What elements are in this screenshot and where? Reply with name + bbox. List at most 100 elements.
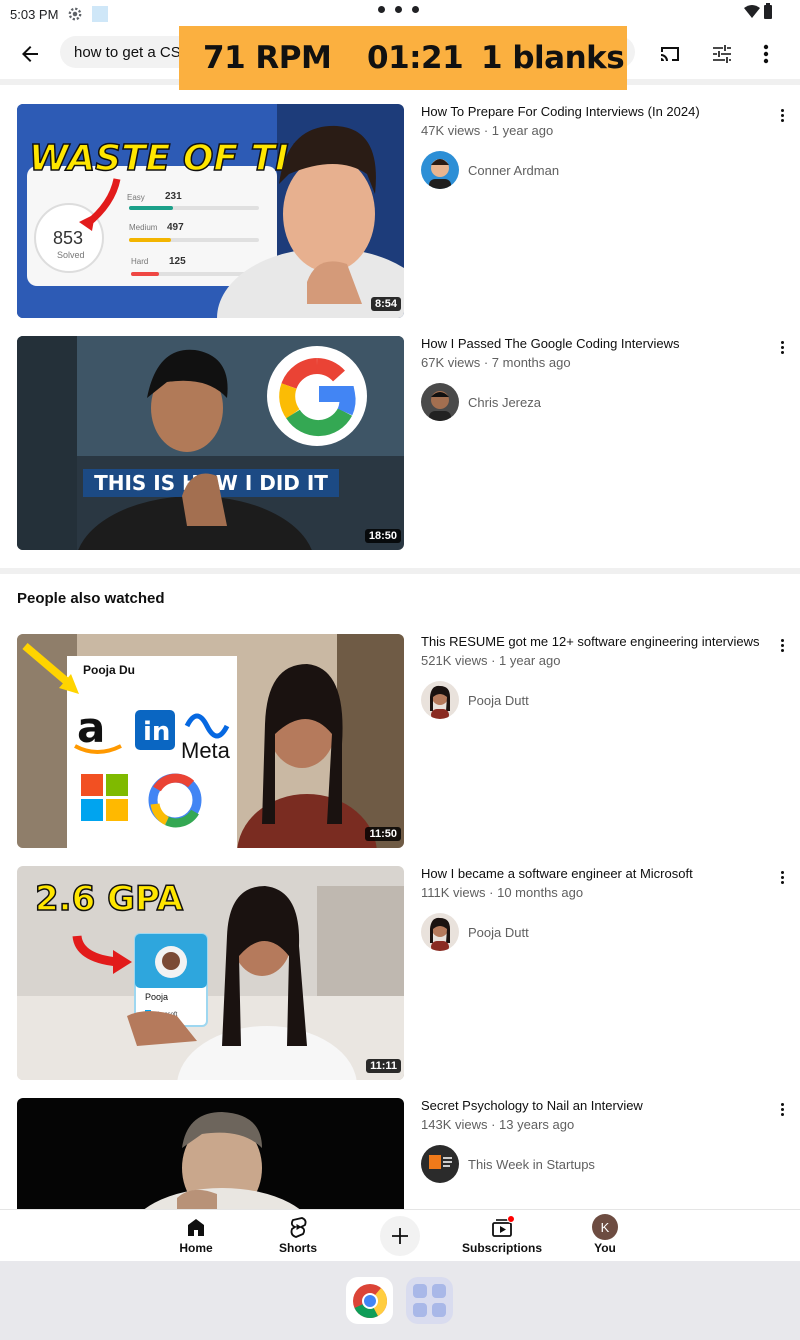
arrow-back-icon <box>22 46 38 62</box>
video-meta: 67K views · 7 months ago <box>421 355 571 370</box>
channel-link[interactable]: Pooja Dutt <box>421 681 529 719</box>
video-duration: 18:50 <box>364 529 401 543</box>
hard-count: 125 <box>169 256 186 267</box>
video-title[interactable]: How To Prepare For Coding Interviews (In… <box>421 104 761 120</box>
hard-label: Hard <box>131 257 148 266</box>
cast-button[interactable] <box>654 38 686 70</box>
video-thumbnail[interactable]: THIS IS HOW I DID IT 18:50 <box>17 336 404 550</box>
battery-icon <box>764 3 772 19</box>
solved-label-text: Solved <box>57 250 85 260</box>
solved-count-text: 853 <box>53 228 83 248</box>
home-icon <box>183 1214 209 1240</box>
notification-dot <box>507 1215 515 1223</box>
channel-name[interactable]: This Week in Startups <box>468 1157 595 1172</box>
bottom-navigation: Home Shorts Subscriptions K You <box>0 1209 800 1260</box>
plus-icon <box>392 1228 408 1244</box>
gpa-text: 2.6 GPA <box>35 879 184 919</box>
section-title: People also watched <box>17 590 165 607</box>
more-options-button[interactable] <box>752 38 780 70</box>
video-thumbnail[interactable] <box>17 1098 404 1209</box>
channel-name[interactable]: Pooja Dutt <box>468 925 529 940</box>
medium-count: 497 <box>167 222 184 233</box>
channel-avatar[interactable] <box>421 681 459 719</box>
svg-text:in: in <box>143 717 170 747</box>
video-title[interactable]: This RESUME got me 12+ software engineer… <box>421 634 761 650</box>
channel-link[interactable]: Conner Ardman <box>421 151 559 189</box>
video-result[interactable]: Secret Psychology to Nail an Interview 1… <box>0 1098 800 1209</box>
video-result[interactable]: Pooja Du a in Meta 11:50 This RESUME got… <box>0 634 800 848</box>
nav-shorts[interactable]: Shorts <box>274 1214 322 1255</box>
account-avatar: K <box>592 1214 618 1240</box>
system-dock <box>0 1261 800 1340</box>
typing-stats-overlay: 71 RPM 01:21 1 blanks <box>179 26 627 90</box>
video-meta: 143K views · 13 years ago <box>421 1117 575 1132</box>
channel-avatar[interactable] <box>421 151 459 189</box>
nav-subscriptions[interactable]: Subscriptions <box>462 1214 542 1255</box>
blanks-counter: 1 blanks <box>481 40 625 76</box>
elapsed-timer: 01:21 <box>367 40 464 76</box>
tune-icon <box>713 45 731 63</box>
wifi-icon <box>744 5 760 19</box>
nav-home-label: Home <box>179 1241 213 1255</box>
video-title[interactable]: Secret Psychology to Nail an Interview <box>421 1098 761 1114</box>
badge-name: Pooja <box>145 992 168 1002</box>
shorts-icon <box>285 1214 311 1240</box>
section-divider <box>0 568 800 574</box>
video-title[interactable]: How I became a software engineer at Micr… <box>421 866 761 882</box>
video-menu-button[interactable] <box>774 1100 790 1118</box>
video-duration: 8:54 <box>370 297 401 311</box>
video-duration: 11:11 <box>366 1059 401 1073</box>
status-time: 5:03 PM <box>10 6 59 22</box>
rpm-counter: 71 RPM <box>203 40 332 76</box>
svg-text:a: a <box>77 703 105 752</box>
account-initial: K <box>592 1214 618 1240</box>
video-thumbnail[interactable]: 853 Solved Easy 231 Medium 497 Hard 125 … <box>17 104 404 318</box>
video-thumbnail[interactable]: 2.6 GPA Pooja Microsoft 11:11 <box>17 866 404 1080</box>
cast-icon <box>661 47 679 61</box>
easy-count: 231 <box>165 191 182 202</box>
create-button[interactable] <box>380 1216 420 1256</box>
chrome-app-icon[interactable] <box>346 1277 393 1324</box>
video-menu-button[interactable] <box>774 106 790 124</box>
video-thumbnail[interactable]: Pooja Du a in Meta 11:50 <box>17 634 404 848</box>
video-result[interactable]: THIS IS HOW I DID IT 18:50 How I Passed … <box>0 336 800 550</box>
video-menu-button[interactable] <box>774 338 790 356</box>
more-vert-icon <box>763 44 769 64</box>
status-bar: 5:03 PM <box>0 0 800 28</box>
channel-name[interactable]: Chris Jereza <box>468 395 541 410</box>
channel-avatar[interactable] <box>421 383 459 421</box>
channel-avatar[interactable] <box>421 913 459 951</box>
channel-name[interactable]: Pooja Dutt <box>468 693 529 708</box>
nav-you-label: You <box>594 1241 616 1255</box>
channel-name[interactable]: Conner Ardman <box>468 163 559 178</box>
subscriptions-icon <box>489 1214 515 1240</box>
channel-link[interactable]: This Week in Startups <box>421 1145 595 1183</box>
notification-icon <box>92 6 109 22</box>
channel-avatar[interactable] <box>421 1145 459 1183</box>
video-meta: 521K views · 1 year ago <box>421 653 561 668</box>
channel-link[interactable]: Pooja Dutt <box>421 913 529 951</box>
medium-label: Medium <box>129 223 158 232</box>
resume-name: Pooja Du <box>83 663 135 677</box>
nav-shorts-label: Shorts <box>278 1241 317 1255</box>
nav-home[interactable]: Home <box>172 1214 220 1255</box>
video-meta: 111K views · 10 months ago <box>421 885 584 900</box>
nav-subscriptions-label: Subscriptions <box>462 1241 543 1255</box>
settings-gear-icon <box>66 5 84 23</box>
filter-button[interactable] <box>706 38 738 70</box>
video-menu-button[interactable] <box>774 636 790 654</box>
nav-you[interactable]: K You <box>586 1214 624 1255</box>
search-query-text: how to get a CS <box>74 43 181 61</box>
video-title[interactable]: How I Passed The Google Coding Interview… <box>421 336 761 352</box>
meta-logo-text: Meta <box>181 738 231 763</box>
video-duration: 11:50 <box>365 827 401 841</box>
channel-link[interactable]: Chris Jereza <box>421 383 541 421</box>
video-meta: 47K views · 1 year ago <box>421 123 554 138</box>
easy-label: Easy <box>127 193 145 202</box>
overflow-dots-icon <box>378 6 419 13</box>
app-drawer-icon[interactable] <box>406 1277 453 1324</box>
video-result[interactable]: 853 Solved Easy 231 Medium 497 Hard 125 … <box>0 104 800 318</box>
back-button[interactable] <box>14 38 46 70</box>
video-menu-button[interactable] <box>774 868 790 886</box>
video-result[interactable]: 2.6 GPA Pooja Microsoft 11:11 How I beca… <box>0 866 800 1080</box>
